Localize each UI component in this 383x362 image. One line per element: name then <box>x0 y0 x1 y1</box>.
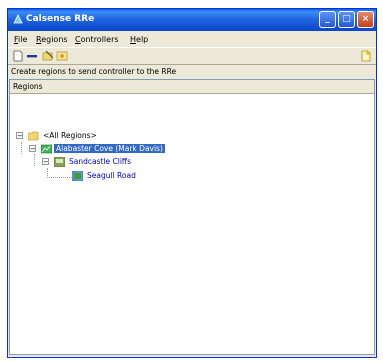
tree-connector <box>34 154 35 166</box>
menu-regions[interactable]: Regions <box>36 35 68 44</box>
help-icon[interactable] <box>360 50 372 62</box>
tree-node-region[interactable]: − Alabaster Cove (Mark Davis) <box>29 143 229 155</box>
tree-node-controller[interactable]: − Sandcastle Cliffs <box>42 156 242 168</box>
app-icon <box>13 14 23 24</box>
tree-label-station: Seagull Road <box>87 171 136 180</box>
remove-icon[interactable] <box>26 50 38 62</box>
hint-text: Create regions to send controller to the… <box>11 67 177 76</box>
collapse-toggle[interactable]: − <box>29 145 36 153</box>
panel-header: Regions <box>10 80 374 94</box>
menu-help[interactable]: Help <box>130 35 148 44</box>
properties-icon[interactable] <box>56 50 68 62</box>
menu-bar: File Regions Controllers Help <box>8 31 376 47</box>
controller-icon <box>54 157 65 167</box>
window-title: Calsense RRe <box>26 14 95 24</box>
new-icon[interactable] <box>12 50 24 62</box>
minimize-button[interactable]: _ <box>319 11 336 28</box>
tree-label-region: Alabaster Cove (Mark Davis) <box>54 144 165 153</box>
close-button[interactable]: × <box>357 11 374 28</box>
hint-bar: Create regions to send controller to the… <box>8 65 376 79</box>
edit-region-icon[interactable] <box>42 50 54 62</box>
collapse-toggle[interactable]: − <box>42 158 49 166</box>
maximize-button[interactable]: □ <box>338 11 355 28</box>
tree-connector <box>47 177 72 178</box>
tree-node-station[interactable]: Seagull Road <box>72 170 272 182</box>
menu-controllers[interactable]: Controllers <box>75 35 119 44</box>
app-window: Calsense RRe _ □ × File Regions Controll… <box>7 8 377 358</box>
station-icon <box>72 171 83 181</box>
region-icon <box>41 144 52 154</box>
title-bar[interactable]: Calsense RRe _ □ × <box>8 9 376 31</box>
regions-tree-panel[interactable]: Regions − <All Regions> − Alabaster Cove… <box>9 79 375 355</box>
toolbar <box>8 47 376 65</box>
tree-node-root[interactable]: − <All Regions> <box>16 130 216 142</box>
menu-file[interactable]: File <box>14 35 27 44</box>
collapse-toggle[interactable]: − <box>16 132 23 140</box>
folder-icon <box>28 131 39 141</box>
panel-title: Regions <box>13 82 43 91</box>
tree-connector <box>21 142 22 154</box>
tree-label-root: <All Regions> <box>43 131 97 140</box>
tree-label-controller: Sandcastle Cliffs <box>69 157 131 166</box>
